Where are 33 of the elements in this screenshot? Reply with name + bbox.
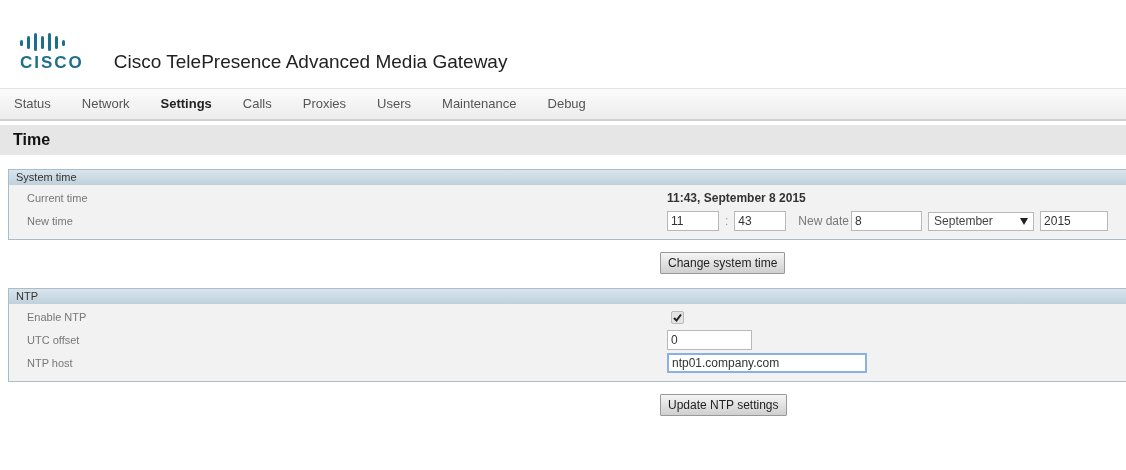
field-label: Current time <box>26 192 89 204</box>
day-field[interactable]: 8 <box>851 211 923 231</box>
current-time-value: 11:43, September 8 2015 <box>667 191 806 205</box>
field-label: NTP host <box>26 357 74 369</box>
new-date-label: New date <box>798 214 850 228</box>
nav-tab[interactable]: Proxies <box>295 94 354 114</box>
field-label: New time <box>26 215 74 227</box>
month-dropdown[interactable]: September <box>928 211 1035 231</box>
checkbox[interactable] <box>671 310 684 324</box>
nav-tab[interactable]: Settings <box>153 94 219 114</box>
section-title: System time <box>16 170 77 185</box>
field-label: UTC offset <box>26 334 81 346</box>
dropdown-arrow-icon <box>1020 217 1029 225</box>
logo-bars-icon <box>20 33 66 51</box>
input-field[interactable]: ntp01.company.com <box>667 353 867 373</box>
nav-tab[interactable]: Status <box>7 94 58 114</box>
minute-field[interactable]: 43 <box>734 211 787 231</box>
nav-tab[interactable]: Calls <box>235 94 279 114</box>
submit-button[interactable]: Change system time <box>660 252 786 274</box>
hour-field[interactable]: 11 <box>667 211 719 231</box>
nav-tab[interactable]: Maintenance <box>435 94 524 114</box>
logo-wordmark: CISCO <box>20 54 84 72</box>
nav-tab[interactable]: Network <box>74 94 137 114</box>
product-title: Cisco TelePresence Advanced Media Gateway <box>113 50 508 74</box>
nav-tab[interactable]: Debug <box>540 94 593 114</box>
year-field[interactable]: 2015 <box>1040 211 1109 231</box>
section-title: NTP <box>16 289 38 304</box>
input-field[interactable]: 0 <box>667 330 752 350</box>
time-separator: : <box>725 214 729 228</box>
nav-tab[interactable]: Users <box>370 94 419 114</box>
page-title: Time <box>13 131 51 148</box>
field-label: Enable NTP <box>26 311 88 323</box>
submit-button[interactable]: Update NTP settings <box>660 394 787 416</box>
